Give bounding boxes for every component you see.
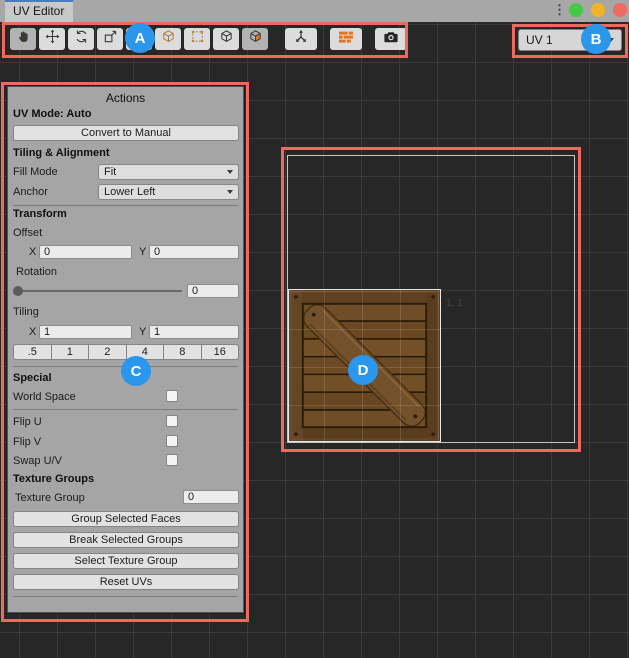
offset-label: Offset	[13, 227, 42, 239]
offset-y-field[interactable]: 0	[149, 245, 239, 259]
texture-group-field[interactable]: 0	[183, 490, 239, 504]
preset-button[interactable]: 8	[164, 344, 202, 360]
divider	[13, 409, 238, 410]
badge-c: C	[121, 356, 151, 386]
bricks-icon	[338, 29, 354, 50]
world-space-checkbox[interactable]	[166, 390, 178, 402]
uv-editor-tab[interactable]: UV Editor	[5, 0, 73, 22]
fill-mode-value: Fit	[104, 166, 116, 178]
texture-preview-button[interactable]	[330, 28, 362, 50]
badge-d: D	[348, 355, 378, 385]
chevron-down-icon	[227, 170, 233, 174]
face-selection-button[interactable]	[242, 28, 268, 50]
divider	[13, 596, 238, 597]
actions-panel: Actions UV Mode: Auto Convert to Manual …	[7, 86, 244, 613]
select-texture-group-button[interactable]: Select Texture Group	[13, 553, 239, 569]
rotation-slider-thumb[interactable]	[13, 286, 23, 296]
scale-tool-button[interactable]	[97, 28, 123, 50]
scale-icon	[103, 29, 118, 49]
anchor-label: Anchor	[13, 186, 48, 198]
panel-title: Actions	[8, 91, 243, 105]
move-tool-button[interactable]	[39, 28, 65, 50]
tiling-y-field[interactable]: 1	[149, 325, 239, 339]
flip-v-label: Flip V	[13, 436, 41, 448]
rotate-tool-button[interactable]	[68, 28, 94, 50]
anchor-value: Lower Left	[104, 186, 155, 198]
rotation-value-field[interactable]: 0	[187, 284, 239, 298]
tiling-label: Tiling	[13, 306, 39, 318]
move-arrows-icon	[45, 29, 60, 49]
window-dot-yellow-icon[interactable]	[591, 3, 605, 17]
uv-coordinate-label: 1, 1	[446, 298, 463, 309]
window-title: UV Editor	[13, 4, 64, 18]
render-uv-template-button[interactable]	[375, 28, 407, 50]
badge-a: A	[125, 23, 155, 53]
preset-button[interactable]: 1	[52, 344, 90, 360]
flip-u-label: Flip U	[13, 416, 42, 428]
fill-mode-label: Fill Mode	[13, 166, 58, 178]
rotation-slider[interactable]	[16, 290, 182, 292]
pan-tool-button[interactable]	[10, 28, 36, 50]
tiling-presets: .5 1 2 4 8 16	[13, 344, 239, 360]
rect-selection-button[interactable]	[184, 28, 210, 50]
rotation-label: Rotation	[16, 266, 57, 278]
break-selected-groups-button[interactable]: Break Selected Groups	[13, 532, 239, 548]
window-menu-icon[interactable]: ⋮	[553, 2, 566, 18]
window-dot-green-icon[interactable]	[569, 3, 583, 17]
flip-u-checkbox[interactable]	[166, 415, 178, 427]
offset-x-field[interactable]: 0	[39, 245, 132, 259]
tiling-alignment-header: Tiling & Alignment	[13, 147, 110, 159]
hand-icon	[16, 29, 31, 49]
swap-uv-checkbox[interactable]	[166, 454, 178, 466]
cube-icon	[219, 29, 234, 49]
title-bar: UV Editor ⋮	[0, 0, 629, 22]
texture-group-label: Texture Group	[15, 492, 85, 504]
tiling-x-field[interactable]: 1	[39, 325, 132, 339]
reset-uvs-button[interactable]: Reset UVs	[13, 574, 239, 590]
face-cube-icon	[248, 29, 263, 49]
preset-button[interactable]: 2	[89, 344, 127, 360]
transform-header: Transform	[13, 208, 67, 220]
uv-mode-label: UV Mode: Auto	[13, 108, 91, 120]
split-uvs-button[interactable]	[285, 28, 317, 50]
tiling-x-label: X	[29, 326, 36, 338]
camera-icon	[383, 29, 399, 50]
uv-channel-value: UV 1	[526, 33, 553, 47]
group-selected-faces-button[interactable]: Group Selected Faces	[13, 511, 239, 527]
preset-button[interactable]: .5	[13, 344, 52, 360]
window-dot-red-icon[interactable]	[613, 3, 627, 17]
swap-uv-label: Swap U/V	[13, 455, 62, 467]
flip-v-checkbox[interactable]	[166, 435, 178, 447]
edge-cube-icon	[161, 29, 176, 49]
chevron-down-icon	[227, 190, 233, 194]
divider	[13, 205, 238, 206]
split-arrows-icon	[293, 29, 309, 50]
special-header: Special	[13, 372, 52, 384]
badge-b: B	[581, 24, 611, 54]
uv-grid-canvas[interactable]: UV 1	[0, 22, 629, 658]
offset-y-label: Y	[139, 246, 146, 258]
preset-button[interactable]: 16	[202, 344, 240, 360]
edge-selection-button[interactable]	[155, 28, 181, 50]
fill-mode-dropdown[interactable]: Fit	[98, 164, 239, 180]
convert-to-manual-button[interactable]: Convert to Manual	[13, 125, 239, 141]
anchor-dropdown[interactable]: Lower Left	[98, 184, 239, 200]
element-selection-button[interactable]	[213, 28, 239, 50]
tiling-y-label: Y	[139, 326, 146, 338]
world-space-label: World Space	[13, 391, 76, 403]
rotate-icon	[74, 29, 89, 49]
offset-x-label: X	[29, 246, 36, 258]
texture-groups-header: Texture Groups	[13, 473, 94, 485]
dashed-rect-icon	[190, 29, 205, 49]
